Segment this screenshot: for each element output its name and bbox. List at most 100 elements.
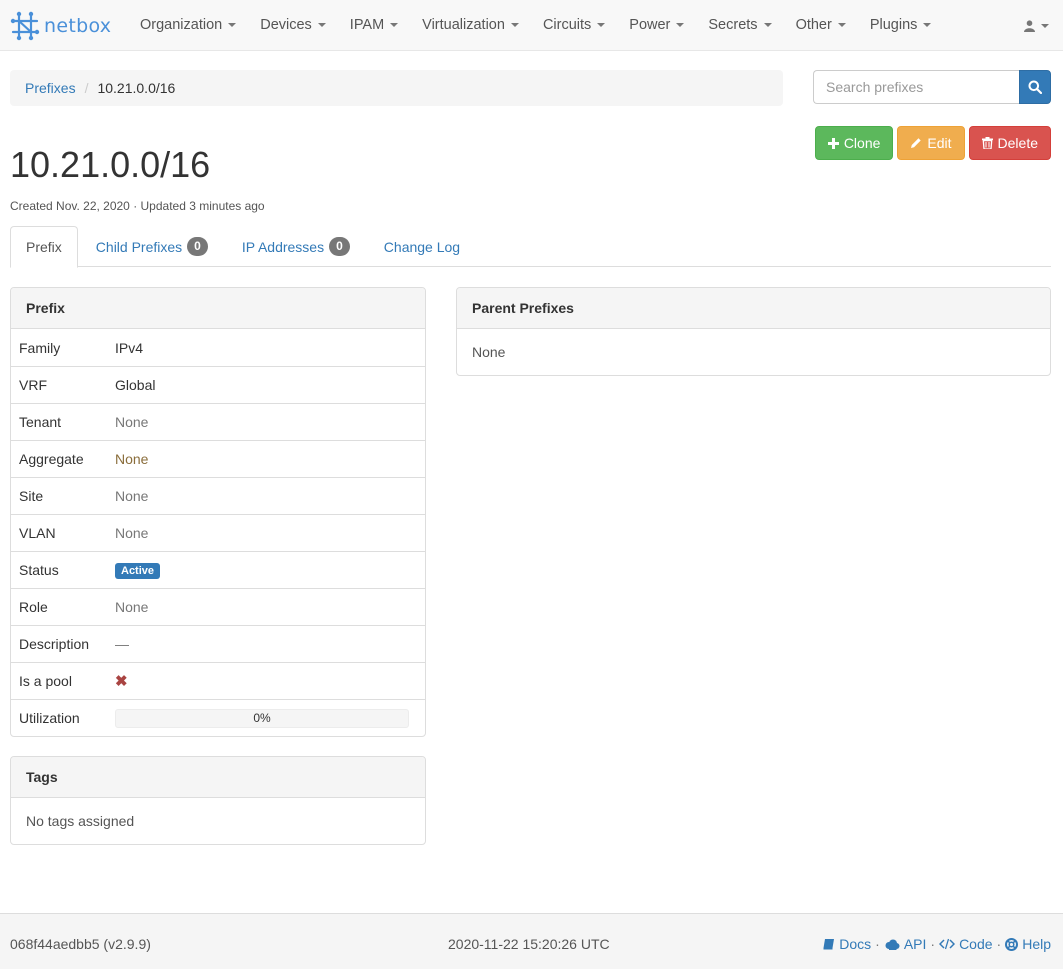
table-row: Aggregate None bbox=[11, 440, 425, 477]
table-row: Status Active bbox=[11, 551, 425, 588]
table-row: Family IPv4 bbox=[11, 329, 425, 366]
code-label: Code bbox=[959, 936, 993, 952]
search-input[interactable] bbox=[813, 70, 1019, 104]
breadcrumb-prefixes-link[interactable]: Prefixes bbox=[25, 80, 76, 96]
nav-secrets[interactable]: Secrets bbox=[696, 0, 783, 50]
row-label: Family bbox=[19, 339, 61, 356]
life-ring-icon bbox=[1005, 937, 1019, 951]
site-value: None bbox=[115, 488, 149, 504]
prefix-attributes-table: Family IPv4 VRF Global Tenant None Aggre… bbox=[11, 329, 425, 736]
tab-child-prefixes[interactable]: Child Prefixes 0 bbox=[80, 226, 224, 267]
nav-label: Secrets bbox=[708, 17, 758, 33]
edit-button[interactable]: Edit bbox=[897, 126, 965, 160]
caret-down-icon bbox=[837, 23, 846, 28]
breadcrumb: Prefixes / 10.21.0.0/16 bbox=[10, 70, 783, 106]
clone-button[interactable]: Clone bbox=[814, 126, 894, 160]
nav-devices[interactable]: Devices bbox=[248, 0, 338, 50]
row-label: Aggregate bbox=[19, 451, 84, 467]
footer: 068f44aedbb5 (v2.9.9) 2020-11-22 15:20:2… bbox=[0, 913, 1063, 969]
clone-label: Clone bbox=[843, 135, 881, 151]
row-label: Status bbox=[19, 562, 59, 578]
row-label: Description bbox=[19, 636, 90, 652]
api-link[interactable]: API bbox=[884, 936, 926, 952]
delete-label: Delete bbox=[997, 135, 1038, 151]
nav-other[interactable]: Other bbox=[784, 0, 858, 50]
prefix-panel: Prefix Family IPv4 VRF Global Tenant Non… bbox=[10, 287, 426, 737]
delete-button[interactable]: Delete bbox=[968, 126, 1051, 160]
docs-link[interactable]: Docs bbox=[823, 936, 871, 952]
created-updated-meta: Created Nov. 22, 2020 · Updated 3 minute… bbox=[10, 199, 265, 213]
footer-separator: · bbox=[875, 936, 880, 952]
panel-heading: Parent Prefixes bbox=[457, 288, 1050, 329]
page-title: 10.21.0.0/16 bbox=[10, 144, 211, 185]
table-row: Description — bbox=[11, 625, 425, 662]
nav-label: Power bbox=[629, 17, 671, 33]
count-badge: 0 bbox=[329, 237, 350, 256]
table-row: Tenant None bbox=[11, 403, 425, 440]
help-link[interactable]: Help bbox=[1005, 936, 1051, 952]
caret-down-icon bbox=[597, 23, 606, 28]
nav-plugins[interactable]: Plugins bbox=[858, 0, 944, 50]
tab-prefix[interactable]: Prefix bbox=[10, 226, 78, 268]
breadcrumb-separator: / bbox=[84, 80, 89, 96]
status-cell: Active bbox=[115, 561, 425, 579]
main-menu: Organization Devices IPAM Virtualization… bbox=[128, 0, 943, 50]
count-badge: 0 bbox=[187, 237, 208, 256]
cloud-icon bbox=[885, 939, 900, 950]
pencil-icon bbox=[911, 138, 922, 148]
search-button[interactable] bbox=[1019, 70, 1051, 104]
row-label: VLAN bbox=[19, 525, 56, 541]
row-label: Utilization bbox=[19, 710, 80, 726]
utilization-text: 0% bbox=[253, 710, 271, 725]
brand-name: netbox bbox=[44, 15, 112, 37]
user-menu[interactable] bbox=[1024, 0, 1049, 50]
row-label: Role bbox=[19, 599, 48, 615]
breadcrumb-current: 10.21.0.0/16 bbox=[97, 80, 176, 96]
tab-ip-addresses[interactable]: IP Addresses 0 bbox=[226, 226, 366, 267]
nav-label: Plugins bbox=[869, 17, 918, 33]
vlan-value: None bbox=[115, 525, 149, 541]
tenant-value: None bbox=[115, 414, 149, 430]
caret-down-icon bbox=[923, 23, 932, 28]
search-form bbox=[813, 70, 1051, 104]
nav-label: IPAM bbox=[349, 17, 385, 33]
brand-link[interactable]: netbox bbox=[10, 11, 111, 41]
nav-label: Devices bbox=[260, 17, 312, 33]
caret-down-icon bbox=[763, 23, 772, 28]
nav-circuits[interactable]: Circuits bbox=[531, 0, 617, 50]
plus-icon bbox=[827, 137, 839, 149]
family-value: IPv4 bbox=[115, 339, 144, 356]
caret-down-icon bbox=[390, 23, 399, 28]
aggregate-value: None bbox=[115, 451, 149, 467]
caret-down-icon bbox=[510, 23, 519, 28]
caret-down-icon bbox=[676, 23, 685, 28]
table-row: Site None bbox=[11, 477, 425, 514]
tab-change-log[interactable]: Change Log bbox=[368, 226, 476, 267]
tab-label: Change Log bbox=[383, 238, 461, 255]
caret-down-icon bbox=[228, 23, 237, 28]
nav-power[interactable]: Power bbox=[617, 0, 696, 50]
utilization-progress-bar: 0% bbox=[115, 708, 409, 728]
vrf-value: Global bbox=[115, 377, 156, 393]
panel-heading: Tags bbox=[11, 757, 425, 798]
utilization-cell: 0% bbox=[115, 708, 425, 728]
code-link[interactable]: Code bbox=[939, 936, 993, 952]
nav-virtualization[interactable]: Virtualization bbox=[410, 0, 531, 50]
code-icon bbox=[939, 938, 956, 950]
nav-ipam[interactable]: IPAM bbox=[338, 0, 410, 50]
row-label: Site bbox=[19, 488, 44, 504]
table-row: VRF Global bbox=[11, 366, 425, 403]
table-row: Utilization 0% bbox=[11, 699, 425, 736]
footer-separator: · bbox=[930, 936, 936, 952]
nav-label: Organization bbox=[140, 17, 223, 33]
x-icon: ✖ bbox=[115, 673, 128, 690]
tab-label: Child Prefixes bbox=[95, 238, 183, 255]
nav-label: Virtualization bbox=[422, 17, 505, 33]
nav-organization[interactable]: Organization bbox=[128, 0, 248, 50]
footer-links: Docs · API · Code · Help bbox=[823, 936, 1051, 952]
nav-label: Circuits bbox=[542, 17, 592, 33]
panel-heading: Prefix bbox=[11, 288, 425, 329]
parent-prefixes-empty: None bbox=[472, 344, 506, 360]
footer-version: 068f44aedbb5 (v2.9.9) bbox=[10, 936, 151, 952]
netbox-logo-icon bbox=[10, 11, 40, 41]
